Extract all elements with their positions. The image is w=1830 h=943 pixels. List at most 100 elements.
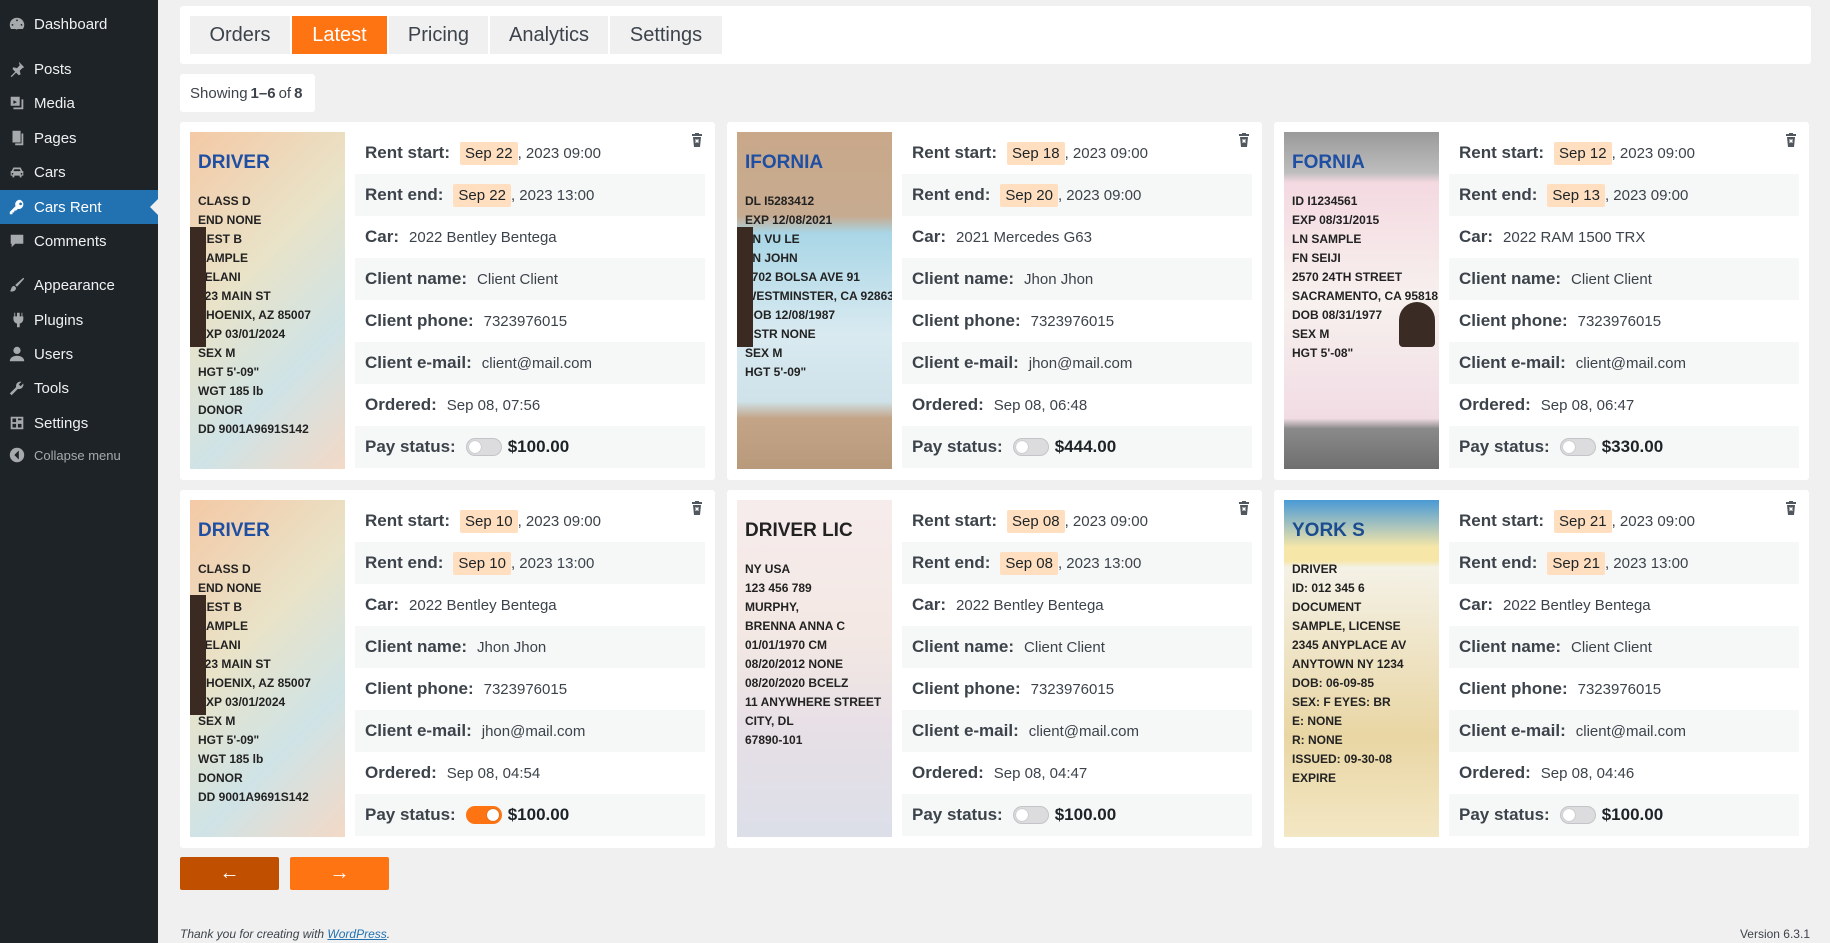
license-image[interactable]: IFORNIA DL I5283412 EXP 12/08/2021 LN VU LE…: [737, 132, 892, 469]
order-card: FORNIA ID I1234561 EXP 08/31/2015 LN SAMPLE…: [1274, 122, 1809, 480]
license-image[interactable]: DRIVER CLASS D END NONE REST B SAMPLE JELANI 1…: [190, 132, 345, 469]
order-card: DRIVER CLASS D END NONE REST B SAMPLE JELANI 1…: [180, 490, 715, 848]
menu-item-pages[interactable]: Pages: [0, 121, 158, 155]
rent-start-date: Sep 18: [1007, 141, 1065, 165]
rent-end-time: , 2023 09:00: [1604, 186, 1689, 204]
pay-status-toggle[interactable]: [1559, 438, 1596, 456]
brush-icon: [7, 275, 27, 295]
rent-start-row: Rent start: Sep 18, 2023 09:00: [902, 132, 1252, 174]
ordered-value: Sep 08, 04:46: [1540, 764, 1635, 782]
menu-item-posts[interactable]: Posts: [0, 52, 158, 86]
row-label: Ordered:: [365, 763, 437, 782]
tab-settings[interactable]: Settings: [610, 16, 722, 54]
license-portrait: [1399, 302, 1435, 347]
collapse-menu-button[interactable]: Collapse menu: [0, 438, 158, 472]
pay-status-toggle[interactable]: [1559, 806, 1596, 824]
rent-start-time: , 2023 09:00: [517, 144, 601, 162]
license-image[interactable]: DRIVER LIC NY USA 123 456 789 MURPHY, BRENNA…: [737, 500, 892, 837]
next-page-button[interactable]: →: [290, 857, 389, 890]
menu-item-plugins[interactable]: Plugins: [0, 303, 158, 337]
license-text: DL I5283412 EXP 12/08/2021 LN VU LE FN JOHN…: [745, 194, 892, 379]
row-label: Client e-mail:: [912, 721, 1019, 740]
order-details: Rent start: Sep 18, 2023 09:00 Rent end: Se…: [902, 132, 1252, 468]
row-label: Client name:: [1459, 637, 1562, 656]
pay-status-toggle[interactable]: [465, 438, 502, 456]
client-phone-row: Client phone: 7323976015: [355, 668, 705, 710]
pages-icon: [7, 128, 27, 148]
tab-orders[interactable]: Orders: [190, 16, 290, 54]
footer-version: Version 6.3.1: [1739, 927, 1810, 941]
order-details: Rent start: Sep 21, 2023 09:00 Rent end: Se…: [1449, 500, 1799, 836]
prev-page-button[interactable]: ←: [180, 857, 279, 890]
row-label: Pay status:: [912, 437, 1003, 456]
menu-item-comments[interactable]: Comments: [0, 224, 158, 258]
menu-label: Cars Rent: [34, 198, 102, 216]
menu-label: Tools: [34, 379, 70, 397]
ordered-value: Sep 08, 06:48: [993, 396, 1088, 414]
menu-item-tools[interactable]: Tools: [0, 371, 158, 405]
rent-end-row: Rent end: Sep 21, 2023 13:00: [1449, 542, 1799, 584]
row-label: Client name:: [365, 269, 468, 288]
pay-status-toggle[interactable]: [1012, 438, 1049, 456]
key-icon: [7, 197, 27, 217]
ordered-row: Ordered: Sep 08, 04:54: [355, 752, 705, 794]
pay-status-row: Pay status: $444.00: [902, 426, 1252, 468]
admin-sidebar: Dashboard Posts Media Pages Cars Cars Re…: [0, 0, 158, 943]
client-phone-value: 7323976015: [1030, 312, 1115, 330]
menu-item-dashboard[interactable]: Dashboard: [0, 7, 158, 41]
tab-analytics[interactable]: Analytics: [490, 16, 608, 54]
ordered-row: Ordered: Sep 08, 06:47: [1449, 384, 1799, 426]
row-label: Rent start:: [912, 511, 998, 530]
menu-label: Cars: [34, 163, 66, 181]
client-phone-row: Client phone: 7323976015: [1449, 668, 1799, 710]
client-email-value: client@mail.com: [1028, 722, 1140, 740]
license-image[interactable]: YORK S DRIVER ID: 012 345 6 DOCUMENT SAMPLE,…: [1284, 500, 1439, 837]
rent-end-time: , 2023 09:00: [1057, 186, 1142, 204]
collapse-icon: [7, 445, 27, 465]
menu-item-cars[interactable]: Cars: [0, 155, 158, 189]
client-name-value: Client Client: [1024, 638, 1105, 656]
rent-end-date: Sep 10: [453, 551, 511, 575]
rent-start-time: , 2023 09:00: [1611, 512, 1695, 530]
menu-label: Settings: [34, 414, 89, 432]
menu-label: Dashboard: [34, 15, 108, 33]
rent-end-time: , 2023 13:00: [510, 554, 595, 572]
tab-bar: Orders Latest Pricing Analytics Settings: [180, 6, 1811, 64]
row-label: Rent end:: [365, 553, 444, 572]
showing-prefix: Showing: [190, 84, 248, 102]
row-label: Ordered:: [912, 395, 984, 414]
menu-label: Plugins: [34, 311, 84, 329]
client-name-row: Client name: Client Client: [902, 626, 1252, 668]
client-name-row: Client name: Jhon Jhon: [355, 626, 705, 668]
menu-item-media[interactable]: Media: [0, 86, 158, 120]
order-details: Rent start: Sep 12, 2023 09:00 Rent end: Se…: [1449, 132, 1799, 468]
client-email-value: client@mail.com: [1575, 354, 1687, 372]
tab-latest[interactable]: Latest: [292, 16, 387, 54]
ordered-row: Ordered: Sep 08, 04:46: [1449, 752, 1799, 794]
menu-item-settings[interactable]: Settings: [0, 406, 158, 440]
tab-pricing[interactable]: Pricing: [389, 16, 488, 54]
row-label: Car:: [912, 227, 947, 246]
row-label: Rent start:: [365, 511, 451, 530]
row-label: Pay status:: [1459, 805, 1550, 824]
order-details: Rent start: Sep 22, 2023 09:00 Rent end: Se…: [355, 132, 705, 468]
license-text: CLASS D END NONE REST B SAMPLE JELANI 123 MAI…: [198, 194, 311, 436]
menu-item-cars-rent[interactable]: Cars Rent: [0, 190, 158, 224]
menu-item-appearance[interactable]: Appearance: [0, 268, 158, 302]
client-email-row: Client e-mail: jhon@mail.com: [902, 342, 1252, 384]
pay-status-toggle[interactable]: [465, 806, 502, 824]
pin-icon: [7, 59, 27, 79]
license-image[interactable]: FORNIA ID I1234561 EXP 08/31/2015 LN SAMPLE…: [1284, 132, 1439, 469]
menu-item-users[interactable]: Users: [0, 337, 158, 371]
client-email-value: client@mail.com: [1575, 722, 1687, 740]
wordpress-link[interactable]: WordPress: [327, 927, 386, 941]
car-row: Car: 2022 RAM 1500 TRX: [1449, 216, 1799, 258]
pay-status-toggle[interactable]: [1012, 806, 1049, 824]
license-image[interactable]: DRIVER CLASS D END NONE REST B SAMPLE JELANI 1…: [190, 500, 345, 837]
row-label: Pay status:: [1459, 437, 1550, 456]
rent-end-row: Rent end: Sep 20, 2023 09:00: [902, 174, 1252, 216]
license-text: DRIVER ID: 012 345 6 DOCUMENT SAMPLE, LICEN…: [1292, 562, 1407, 785]
row-label: Rent start:: [365, 143, 451, 162]
rent-end-date: Sep 21: [1547, 551, 1605, 575]
car-row: Car: 2022 Bentley Bentega: [355, 584, 705, 626]
